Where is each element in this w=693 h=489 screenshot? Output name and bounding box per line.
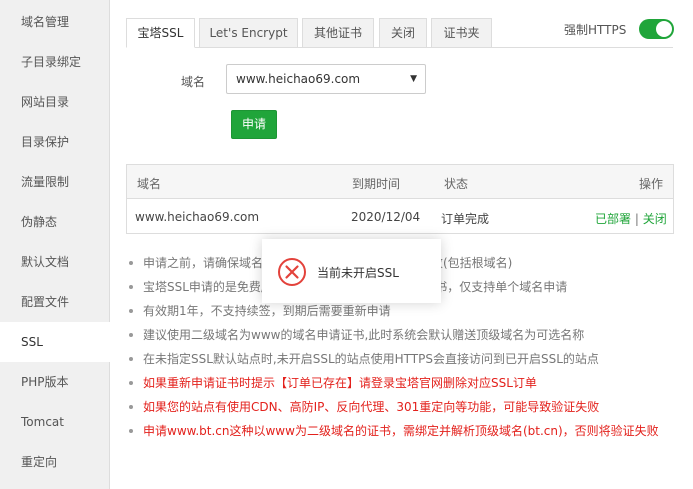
domain-select-value: www.heichao69.com <box>236 72 361 86</box>
toast-text: 当前未开启SSL <box>317 266 399 280</box>
sidebar-item-traffic-limit[interactable]: 流量限制 <box>0 162 110 202</box>
bullet-icon <box>129 380 133 385</box>
table-header: 域名 到期时间 状态 操作 <box>127 165 673 199</box>
note-item-warning: 如果重新申请证书时提示【订单已存在】请登录宝塔官网删除对应SSL订单 <box>129 374 537 391</box>
toggle-knob <box>656 21 672 37</box>
row-actions: 已部署 | 关闭 <box>595 210 667 227</box>
tab-other-certs[interactable]: 其他证书 <box>302 18 374 48</box>
note-text: 有效期1年，不支持续签，到期后需要重新申请 <box>143 304 391 318</box>
sidebar-item-rewrite[interactable]: 伪静态 <box>0 202 110 242</box>
header-status: 状态 <box>444 177 469 191</box>
note-text: 申请www.bt.cn这种以www为二级域名的证书，需绑定并解析顶级域名(bt.… <box>143 424 659 438</box>
bullet-icon <box>129 356 133 361</box>
note-item: 建议使用二级域名为www的域名申请证书,此时系统会默认赠送顶级域名为可选名称 <box>129 326 584 343</box>
sidebar-item-default-document[interactable]: 默认文档 <box>0 242 110 282</box>
apply-button[interactable]: 申请 <box>231 110 277 139</box>
note-text: 在未指定SSL默认站点时,未开启SSL的站点使用HTTPS会直接访问到已开启SS… <box>143 352 599 366</box>
tab-cert-folder[interactable]: 证书夹 <box>431 18 492 48</box>
cert-table: 域名 到期时间 状态 操作 www.heichao69.com 2020/12/… <box>126 164 674 234</box>
force-https-toggle[interactable] <box>639 19 674 39</box>
sidebar-item-php-version[interactable]: PHP版本 <box>0 362 110 402</box>
header-actions: 操作 <box>639 177 664 191</box>
caret-down-icon: ▼ <box>410 74 417 84</box>
bullet-icon <box>129 332 133 337</box>
note-text: 建议使用二级域名为www的域名申请证书,此时系统会默认赠送顶级域名为可选名称 <box>143 328 585 342</box>
note-item: 在未指定SSL默认站点时,未开启SSL的站点使用HTTPS会直接访问到已开启SS… <box>129 350 599 367</box>
toast-message: 当前未开启SSL <box>262 239 441 303</box>
bullet-icon <box>129 428 133 433</box>
sidebar-item-domain-management[interactable]: 域名管理 <box>0 2 110 42</box>
row-domain: www.heichao69.com <box>135 210 260 224</box>
sidebar-item-tomcat[interactable]: Tomcat <box>0 402 110 442</box>
sidebar-item-ssl[interactable]: SSL <box>0 322 111 362</box>
error-x-circle-icon <box>278 258 306 286</box>
bullet-icon <box>129 308 133 313</box>
sidebar-item-redirect[interactable]: 重定向 <box>0 442 110 482</box>
domain-label: 域名 <box>181 75 206 89</box>
sidebar-item-site-directory[interactable]: 网站目录 <box>0 82 110 122</box>
row-status: 订单完成 <box>441 212 490 226</box>
tab-close[interactable]: 关闭 <box>379 18 427 48</box>
bullet-icon <box>129 404 133 409</box>
header-domain: 域名 <box>137 177 162 191</box>
deployed-link[interactable]: 已部署 <box>595 212 631 226</box>
sidebar: 域名管理 子目录绑定 网站目录 目录保护 流量限制 伪静态 默认文档 配置文件 … <box>0 0 111 489</box>
force-https-label: 强制HTTPS <box>564 23 627 37</box>
close-link[interactable]: 关闭 <box>643 212 667 226</box>
note-item: 有效期1年，不支持续签，到期后需要重新申请 <box>129 302 391 319</box>
sidebar-item-config-file[interactable]: 配置文件 <box>0 282 110 322</box>
bullet-icon <box>129 260 133 265</box>
note-item-warning: 如果您的站点有使用CDN、高防IP、反向代理、301重定向等功能，可能导致验证失… <box>129 398 599 415</box>
bullet-icon <box>129 284 133 289</box>
action-separator: | <box>634 212 639 226</box>
tab-lets-encrypt[interactable]: Let's Encrypt <box>199 18 298 48</box>
tab-bt-ssl[interactable]: 宝塔SSL <box>126 18 195 48</box>
note-item-warning: 申请www.bt.cn这种以www为二级域名的证书，需绑定并解析顶级域名(bt.… <box>129 422 659 439</box>
domain-select[interactable]: www.heichao69.com ▼ <box>226 64 426 94</box>
sidebar-item-directory-protection[interactable]: 目录保护 <box>0 122 110 162</box>
header-expire: 到期时间 <box>352 177 401 191</box>
note-text: 如果您的站点有使用CDN、高防IP、反向代理、301重定向等功能，可能导致验证失… <box>143 400 600 414</box>
sidebar-item-subdirectory-binding[interactable]: 子目录绑定 <box>0 42 110 82</box>
note-text: 如果重新申请证书时提示【订单已存在】请登录宝塔官网删除对应SSL订单 <box>143 376 537 390</box>
row-expire: 2020/12/04 <box>351 210 421 224</box>
